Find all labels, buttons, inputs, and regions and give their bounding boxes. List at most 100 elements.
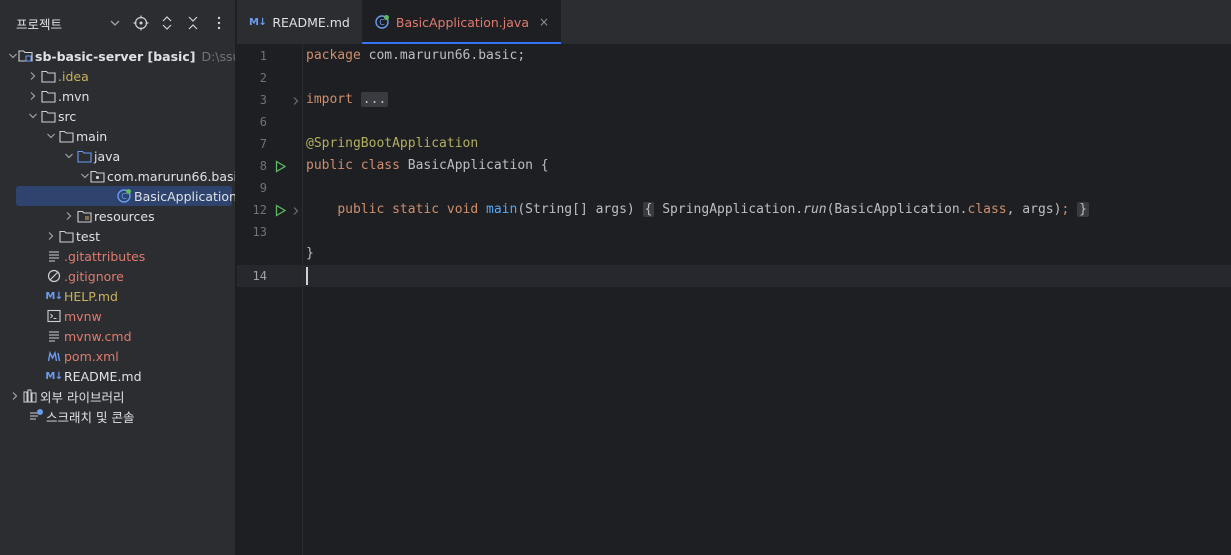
tree-item-external-libraries[interactable]: 외부 라이브러리 bbox=[0, 386, 235, 406]
tree-item-label: .mvn bbox=[58, 88, 90, 104]
project-tree: sb-basic-server [basic] D:\ssury\G .idea… bbox=[0, 46, 236, 426]
tree-item-label: main bbox=[76, 128, 108, 144]
code-line-main: public static void main(String[] args) {… bbox=[337, 202, 1089, 217]
project-panel: 프로젝트 sb-basic-server [basic] D:\ss .idea… bbox=[0, 0, 236, 555]
tree-item-label: sb-basic-server [basic] bbox=[35, 48, 196, 64]
markdown-icon: M↓ bbox=[45, 290, 63, 302]
more-icon[interactable] bbox=[206, 14, 232, 32]
line-number: 7 bbox=[259, 137, 267, 151]
chevron-down-icon[interactable] bbox=[8, 49, 18, 63]
tree-item-pom-xml[interactable]: pom.xml bbox=[0, 346, 235, 366]
line-number: 6 bbox=[259, 115, 267, 129]
chevron-down-icon[interactable] bbox=[102, 14, 128, 32]
editor-area: M↓ README.md C BasicApplication.java × 1… bbox=[237, 0, 1231, 555]
tree-item-idea[interactable]: .idea bbox=[0, 66, 235, 86]
tree-item-mvnw[interactable]: mvnw bbox=[0, 306, 235, 326]
chevron-down-icon[interactable] bbox=[80, 169, 90, 183]
tree-item-label: mvnw bbox=[64, 308, 102, 324]
line-number: 3 bbox=[259, 93, 267, 107]
project-path: D:\ssury\G bbox=[201, 48, 235, 64]
chevron-right-icon[interactable] bbox=[26, 89, 40, 103]
run-icon[interactable] bbox=[273, 203, 287, 217]
tree-item-project-root[interactable]: sb-basic-server [basic] D:\ssury\G bbox=[0, 46, 235, 66]
text-file-icon bbox=[46, 248, 62, 264]
shell-script-icon bbox=[46, 308, 62, 324]
svg-text:C: C bbox=[379, 18, 385, 27]
tree-item-label: 스크래치 및 콘솔 bbox=[46, 409, 135, 425]
folder-icon bbox=[58, 128, 74, 144]
tab-label: BasicApplication.java bbox=[395, 14, 529, 30]
fold-expand-icon[interactable] bbox=[289, 94, 303, 108]
chevron-right-icon[interactable] bbox=[44, 229, 58, 243]
tree-item-label: .gitattributes bbox=[64, 248, 146, 264]
hide-icon[interactable] bbox=[232, 14, 235, 32]
tree-item-label: com.marurun66.basic bbox=[107, 168, 236, 184]
tab-basic-application-java[interactable]: C BasicApplication.java × bbox=[361, 0, 562, 44]
folder-icon bbox=[40, 68, 56, 84]
tab-label: README.md bbox=[272, 14, 350, 30]
source-folder-icon bbox=[76, 148, 92, 164]
tree-item-label: HELP.md bbox=[64, 288, 118, 304]
folder-icon bbox=[40, 108, 56, 124]
project-panel-title[interactable]: 프로젝트 bbox=[16, 14, 62, 33]
collapse-all-icon[interactable] bbox=[180, 14, 206, 32]
chevron-down-icon[interactable] bbox=[62, 149, 76, 163]
tree-item-gitattributes[interactable]: .gitattributes bbox=[0, 246, 235, 266]
text-caret bbox=[306, 267, 308, 285]
line-number: 8 bbox=[259, 159, 267, 173]
tree-item-label: 외부 라이브러리 bbox=[40, 389, 125, 405]
code-line-package: package com.marurun66.basic; bbox=[306, 48, 526, 63]
project-panel-header: 프로젝트 bbox=[0, 0, 235, 46]
tab-readme-md[interactable]: M↓ README.md bbox=[237, 0, 362, 44]
line-number: 2 bbox=[259, 71, 267, 85]
chevron-right-icon[interactable] bbox=[8, 389, 22, 403]
chevron-down-icon[interactable] bbox=[26, 109, 40, 123]
chevron-down-icon[interactable] bbox=[44, 129, 58, 143]
locate-icon[interactable] bbox=[128, 14, 154, 32]
tree-item-label: test bbox=[76, 228, 101, 244]
library-icon bbox=[22, 388, 38, 404]
tree-item-mvnw-cmd[interactable]: mvnw.cmd bbox=[0, 326, 235, 346]
tree-item-resources[interactable]: resources bbox=[0, 206, 235, 226]
tree-item-src[interactable]: src bbox=[0, 106, 235, 126]
tree-item-gitignore[interactable]: .gitignore bbox=[0, 266, 235, 286]
close-icon[interactable]: × bbox=[539, 15, 549, 29]
folder-icon bbox=[58, 228, 74, 244]
ignore-file-icon bbox=[46, 268, 62, 284]
tree-item-label: .idea bbox=[58, 68, 89, 84]
text-file-icon bbox=[46, 328, 62, 344]
tree-item-readme-md[interactable]: M↓ README.md bbox=[0, 366, 235, 386]
run-icon[interactable] bbox=[273, 159, 287, 173]
tree-item-test[interactable]: test bbox=[0, 226, 235, 246]
code-line-class: public class BasicApplication { bbox=[306, 158, 549, 173]
tree-item-label: resources bbox=[94, 208, 155, 224]
tree-item-label: README.md bbox=[64, 368, 142, 384]
tree-item-mvn[interactable]: .mvn bbox=[0, 86, 235, 106]
tree-item-main[interactable]: main bbox=[0, 126, 235, 146]
fold-expand-icon[interactable] bbox=[289, 204, 303, 218]
tree-item-label: src bbox=[58, 108, 77, 124]
folder-icon bbox=[40, 88, 56, 104]
chevron-right-icon[interactable] bbox=[62, 209, 76, 223]
markdown-icon: M↓ bbox=[45, 370, 63, 382]
tree-item-java[interactable]: java bbox=[0, 146, 235, 166]
code-editor[interactable]: 1 2 3 6 7 8 9 12 13 14 package com.marur… bbox=[237, 45, 1231, 555]
tree-item-basic-application[interactable]: C BasicApplication bbox=[0, 186, 235, 206]
tree-item-label: java bbox=[94, 148, 121, 164]
tree-item-help-md[interactable]: M↓ HELP.md bbox=[0, 286, 235, 306]
expand-all-icon[interactable] bbox=[154, 14, 180, 32]
package-icon bbox=[90, 168, 105, 184]
tree-item-scratches[interactable]: 스크래치 및 콘솔 bbox=[0, 406, 235, 426]
tree-item-label: pom.xml bbox=[64, 348, 119, 364]
editor-gutter: 1 2 3 6 7 8 9 12 13 14 bbox=[237, 45, 303, 555]
chevron-right-icon[interactable] bbox=[26, 69, 40, 83]
spring-class-icon: C bbox=[116, 188, 132, 204]
svg-text:C: C bbox=[121, 192, 127, 201]
tree-item-package[interactable]: com.marurun66.basic bbox=[0, 166, 236, 186]
maven-icon bbox=[46, 348, 62, 364]
spring-class-icon: C bbox=[374, 14, 390, 30]
folded-imports[interactable]: ... bbox=[360, 92, 389, 107]
fold-close-brace[interactable]: } bbox=[1077, 202, 1089, 217]
tree-item-label: mvnw.cmd bbox=[64, 328, 132, 344]
fold-open-brace[interactable]: { bbox=[642, 202, 655, 217]
